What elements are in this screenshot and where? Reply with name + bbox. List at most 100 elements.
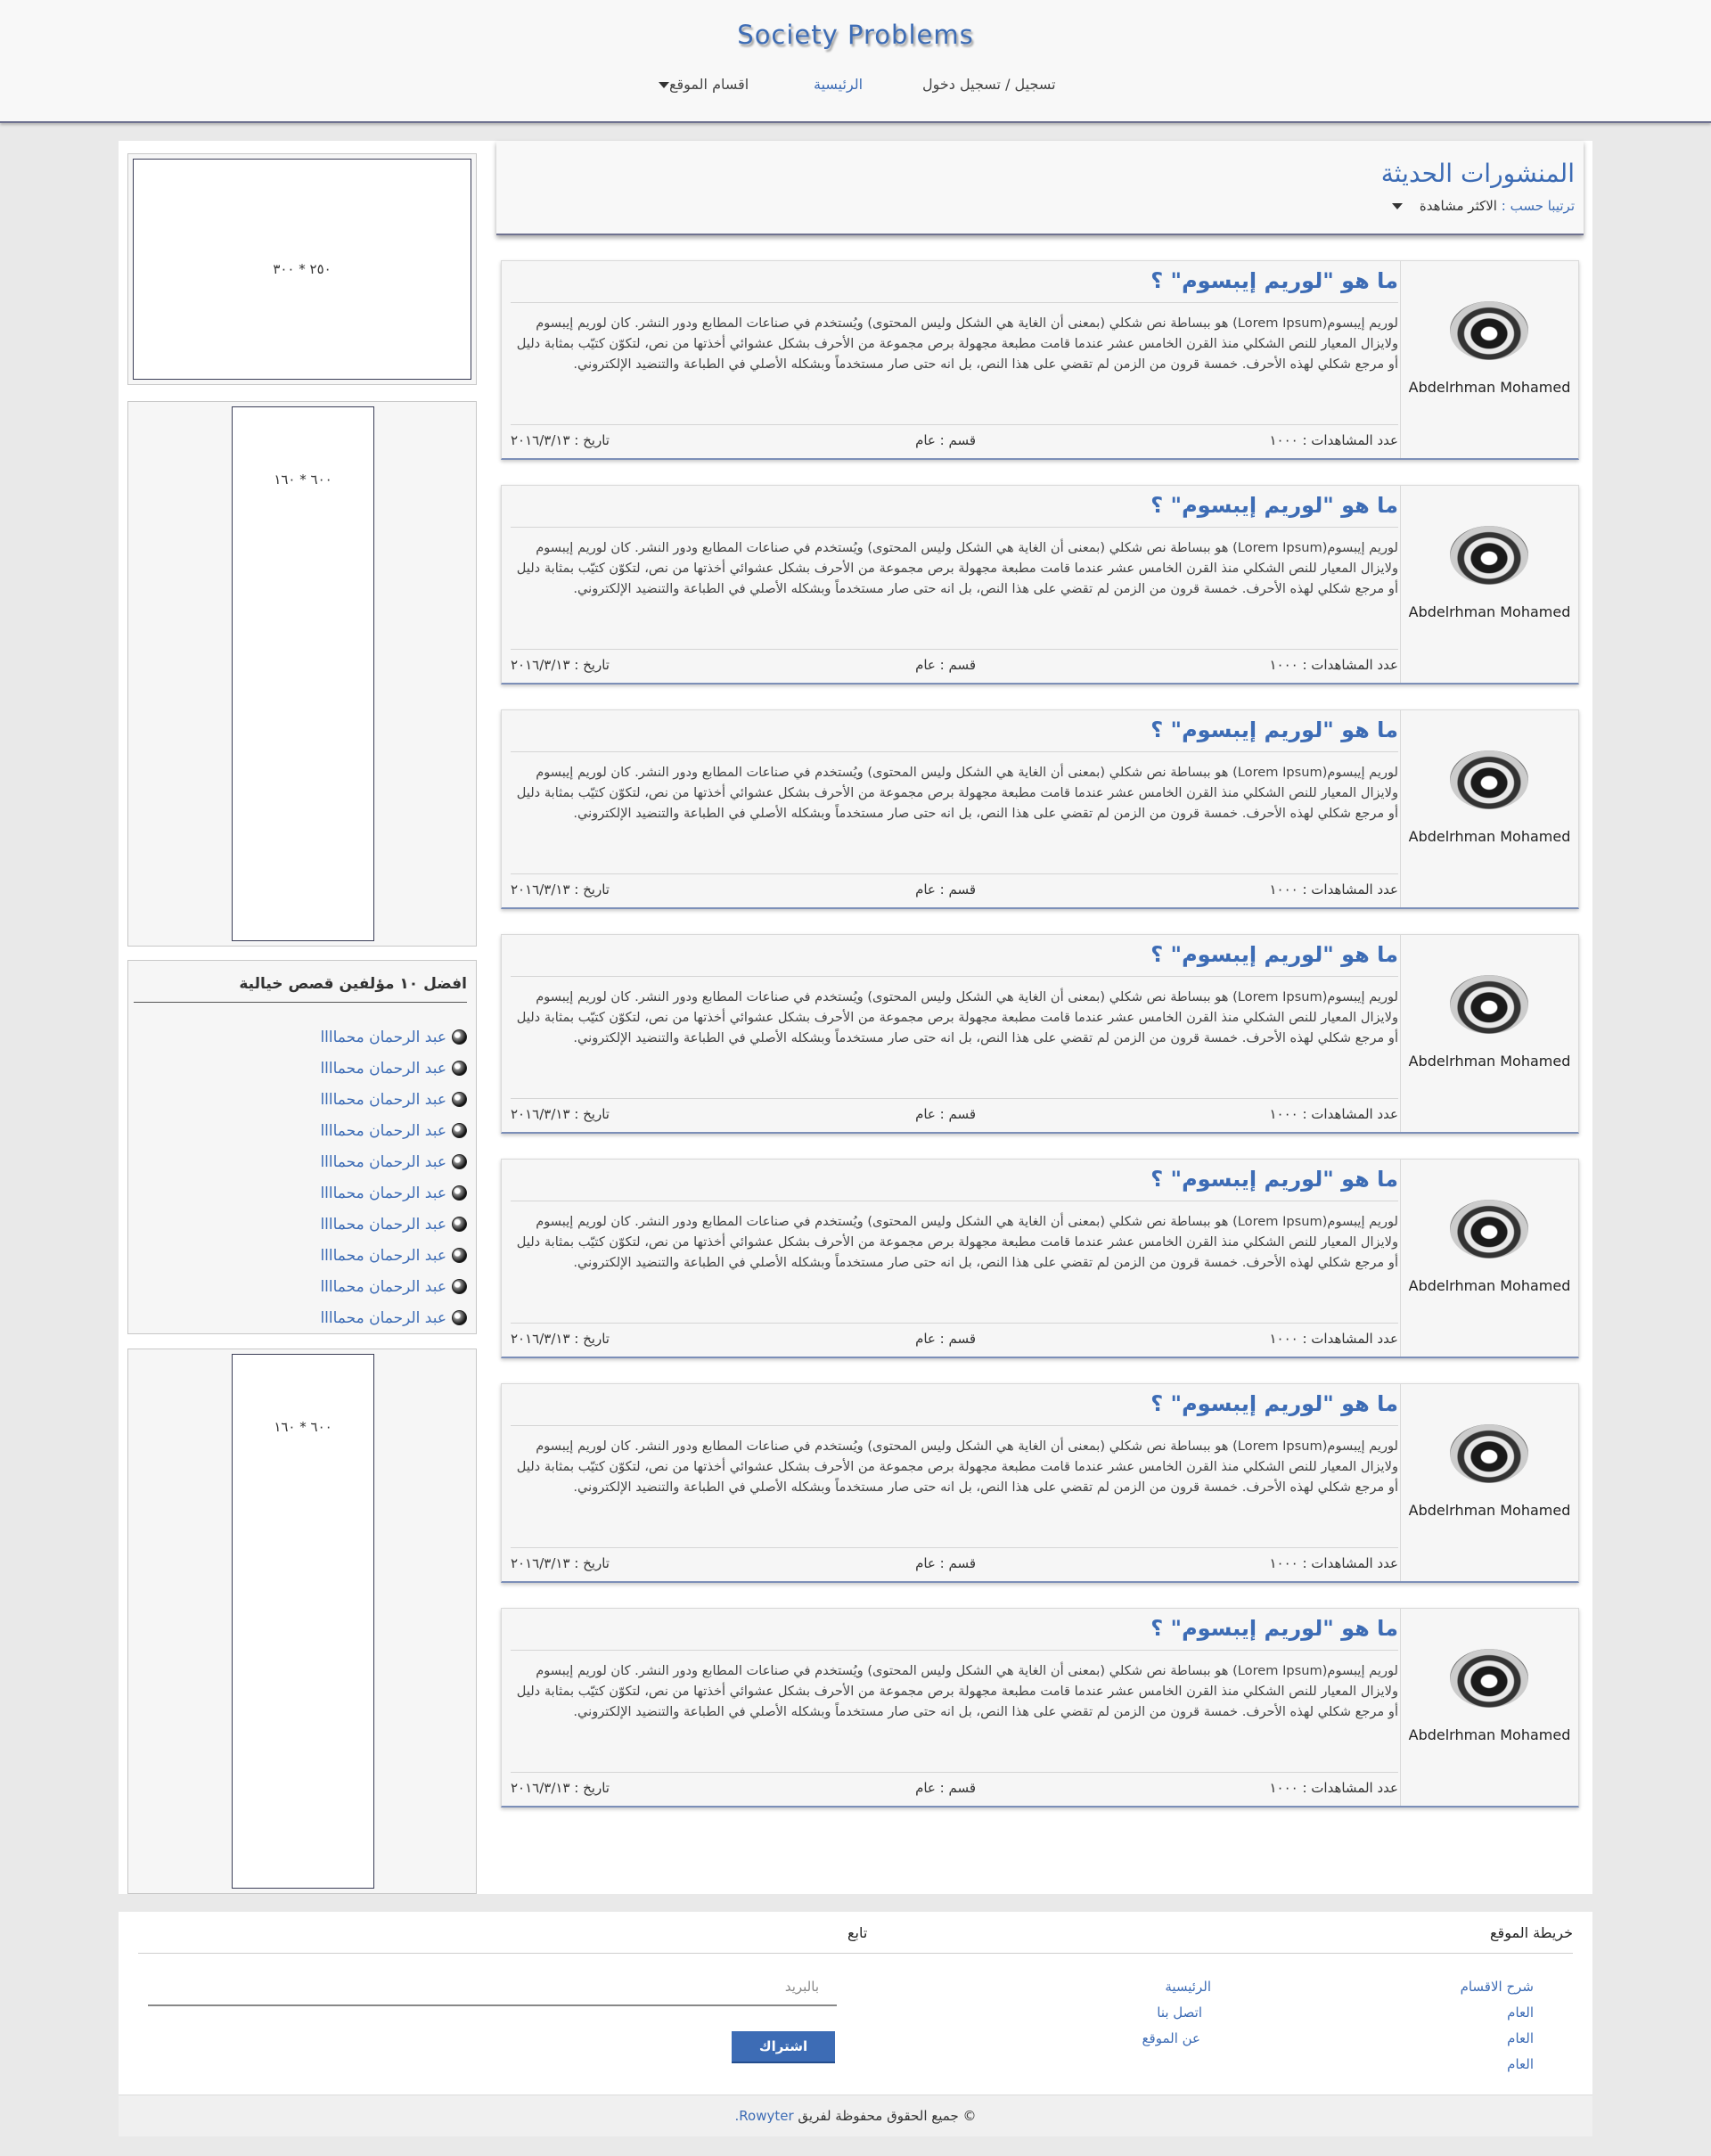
site-logo[interactable]: Society Problems bbox=[0, 20, 1711, 50]
avatar[interactable] bbox=[1450, 975, 1528, 1034]
ad-box-bottom: ٦٠٠ * ١٦٠ bbox=[127, 1349, 477, 1894]
avatar[interactable] bbox=[1450, 526, 1528, 585]
author-item[interactable]: عبد الرحمان محماااا bbox=[137, 1084, 476, 1115]
author-name: عبد الرحمان محماااا bbox=[320, 1121, 446, 1140]
divider bbox=[511, 302, 1398, 303]
post-card: Abdelrhman Mohamed ما هو "لوريم إيبسوم" … bbox=[501, 260, 1579, 460]
divider bbox=[511, 1323, 1398, 1324]
post-title[interactable]: ما هو "لوريم إيبسوم" ؟ bbox=[1150, 717, 1398, 742]
brand-link[interactable]: Rowyter. bbox=[735, 2108, 794, 2124]
sitemap-link[interactable]: العام bbox=[1507, 2056, 1534, 2072]
author-item[interactable]: عبد الرحمان محماااا bbox=[137, 1021, 476, 1053]
post-category[interactable]: قسم : عام bbox=[915, 1331, 976, 1347]
post-excerpt: لوريم إيبسوم(Lorem Ipsum) هو ببساطة نص ش… bbox=[516, 1439, 1398, 1495]
post-title[interactable]: ما هو "لوريم إيبسوم" ؟ bbox=[1150, 493, 1398, 518]
nav-register-login[interactable]: تسجيل / تسجيل دخول bbox=[922, 76, 1056, 93]
ad-slot-600x160[interactable]: ٦٠٠ * ١٦٠ bbox=[232, 406, 374, 941]
post-title[interactable]: ما هو "لوريم إيبسوم" ؟ bbox=[1150, 942, 1398, 967]
sort-value: الاكثر مشاهدة bbox=[1419, 198, 1497, 214]
avatar-icon bbox=[452, 1248, 467, 1263]
post-category[interactable]: قسم : عام bbox=[915, 1555, 976, 1571]
post-title[interactable]: ما هو "لوريم إيبسوم" ؟ bbox=[1150, 1167, 1398, 1192]
post-author[interactable]: Abdelrhman Mohamed bbox=[1400, 1609, 1578, 1806]
post-date: تاريخ : ٢٠١٦/٣/١٣ bbox=[511, 1780, 610, 1796]
author-name[interactable]: Abdelrhman Mohamed bbox=[1401, 603, 1578, 620]
author-name: عبد الرحمان محماااا bbox=[320, 1059, 446, 1078]
post-category[interactable]: قسم : عام bbox=[915, 657, 976, 673]
sort-dropdown[interactable]: ترتيبا حسب : الاكثر مشاهدة bbox=[1392, 198, 1575, 214]
author-item[interactable]: عبد الرحمان محماااا bbox=[137, 1053, 476, 1084]
post-views: عدد المشاهدات : ١٠٠٠ bbox=[1269, 1555, 1398, 1571]
post-card: Abdelrhman Mohamed ما هو "لوريم إيبسوم" … bbox=[501, 1159, 1579, 1358]
posts-header: المنشورات الحديثة ترتيبا حسب : الاكثر مش… bbox=[496, 141, 1584, 235]
nav-sections-dropdown[interactable]: اقسام الموقع bbox=[653, 76, 749, 93]
author-item[interactable]: عبد الرحمان محماااا bbox=[137, 1271, 476, 1302]
post-excerpt: لوريم إيبسوم(Lorem Ipsum) هو ببساطة نص ش… bbox=[516, 1663, 1398, 1719]
post-author[interactable]: Abdelrhman Mohamed bbox=[1400, 261, 1578, 458]
nav-sections-label: اقسام الموقع bbox=[669, 76, 749, 93]
sitemap-link[interactable]: عن الموقع bbox=[1142, 2030, 1200, 2046]
avatar[interactable] bbox=[1450, 1200, 1528, 1258]
post-views: عدد المشاهدات : ١٠٠٠ bbox=[1269, 1780, 1398, 1796]
ad-slot-600x160[interactable]: ٦٠٠ * ١٦٠ bbox=[232, 1354, 374, 1889]
avatar[interactable] bbox=[1450, 1649, 1528, 1708]
divider bbox=[860, 1953, 1573, 1954]
author-item[interactable]: عبد الرحمان محماااا bbox=[137, 1302, 476, 1333]
post-card: Abdelrhman Mohamed ما هو "لوريم إيبسوم" … bbox=[501, 1383, 1579, 1583]
divider bbox=[138, 1953, 860, 1954]
ad-size-label: ٢٥٠ * ٣٠٠ bbox=[273, 261, 332, 277]
author-item[interactable]: عبد الرحمان محماااا bbox=[137, 1209, 476, 1240]
sitemap-link[interactable]: اتصل بنا bbox=[1157, 2004, 1202, 2021]
chevron-down-icon bbox=[1392, 203, 1404, 209]
author-item[interactable]: عبد الرحمان محماااا bbox=[137, 1146, 476, 1177]
author-item[interactable]: عبد الرحمان محماااا bbox=[137, 1240, 476, 1271]
post-card: Abdelrhman Mohamed ما هو "لوريم إيبسوم" … bbox=[501, 934, 1579, 1134]
sitemap-link[interactable]: الرئيسية bbox=[1165, 1979, 1211, 1995]
author-name[interactable]: Abdelrhman Mohamed bbox=[1401, 1277, 1578, 1294]
post-author[interactable]: Abdelrhman Mohamed bbox=[1400, 486, 1578, 683]
divider bbox=[511, 1425, 1398, 1426]
author-name[interactable]: Abdelrhman Mohamed bbox=[1401, 1502, 1578, 1519]
author-name[interactable]: Abdelrhman Mohamed bbox=[1401, 828, 1578, 845]
avatar[interactable] bbox=[1450, 1424, 1528, 1483]
post-author[interactable]: Abdelrhman Mohamed bbox=[1400, 935, 1578, 1132]
sitemap-title: خريطة الموقع bbox=[1490, 1924, 1573, 1941]
author-name[interactable]: Abdelrhman Mohamed bbox=[1401, 1053, 1578, 1070]
author-item[interactable]: عبد الرحمان محماااا bbox=[137, 1177, 476, 1209]
author-item[interactable]: عبد الرحمان محماااا bbox=[137, 1115, 476, 1146]
email-field[interactable] bbox=[148, 1969, 837, 2006]
post-content: ما هو "لوريم إيبسوم" ؟ لوريم إيبسوم(Lore… bbox=[511, 710, 1398, 907]
post-author[interactable]: Abdelrhman Mohamed bbox=[1400, 1384, 1578, 1581]
post-views: عدد المشاهدات : ١٠٠٠ bbox=[1269, 657, 1398, 673]
author-name: عبد الرحمان محماااا bbox=[320, 1184, 446, 1202]
post-category[interactable]: قسم : عام bbox=[915, 1106, 976, 1122]
post-category[interactable]: قسم : عام bbox=[915, 881, 976, 898]
author-name: عبد الرحمان محماااا bbox=[320, 1090, 446, 1109]
post-author[interactable]: Abdelrhman Mohamed bbox=[1400, 1160, 1578, 1357]
post-title[interactable]: ما هو "لوريم إيبسوم" ؟ bbox=[1150, 1391, 1398, 1416]
ad-slot-250x300[interactable]: ٢٥٠ * ٣٠٠ bbox=[133, 159, 471, 380]
post-content: ما هو "لوريم إيبسوم" ؟ لوريم إيبسوم(Lore… bbox=[511, 486, 1398, 683]
post-author[interactable]: Abdelrhman Mohamed bbox=[1400, 710, 1578, 907]
post-card: Abdelrhman Mohamed ما هو "لوريم إيبسوم" … bbox=[501, 485, 1579, 685]
post-category[interactable]: قسم : عام bbox=[915, 432, 976, 448]
avatar-icon bbox=[452, 1279, 467, 1294]
avatar[interactable] bbox=[1450, 750, 1528, 809]
sitemap-link[interactable]: العام bbox=[1507, 2030, 1534, 2046]
post-title[interactable]: ما هو "لوريم إيبسوم" ؟ bbox=[1150, 268, 1398, 293]
avatar[interactable] bbox=[1450, 301, 1528, 360]
sitemap-link[interactable]: العام bbox=[1507, 2004, 1534, 2021]
author-name[interactable]: Abdelrhman Mohamed bbox=[1401, 379, 1578, 396]
author-name[interactable]: Abdelrhman Mohamed bbox=[1401, 1726, 1578, 1743]
post-card: Abdelrhman Mohamed ما هو "لوريم إيبسوم" … bbox=[501, 1608, 1579, 1808]
post-category[interactable]: قسم : عام bbox=[915, 1780, 976, 1796]
post-title[interactable]: ما هو "لوريم إيبسوم" ؟ bbox=[1150, 1616, 1398, 1641]
author-name: عبد الرحمان محماااا bbox=[320, 1246, 446, 1265]
author-name: عبد الرحمان محماااا bbox=[320, 1028, 446, 1046]
avatar-icon bbox=[452, 1029, 467, 1045]
subscribe-button[interactable]: اشتراك bbox=[732, 2031, 835, 2063]
sitemap-link[interactable]: شرح الاقسام bbox=[1461, 1979, 1534, 1995]
post-date: تاريخ : ٢٠١٦/٣/١٣ bbox=[511, 432, 610, 448]
nav-home[interactable]: الرئيسية bbox=[814, 76, 863, 93]
post-content: ما هو "لوريم إيبسوم" ؟ لوريم إيبسوم(Lore… bbox=[511, 1609, 1398, 1806]
